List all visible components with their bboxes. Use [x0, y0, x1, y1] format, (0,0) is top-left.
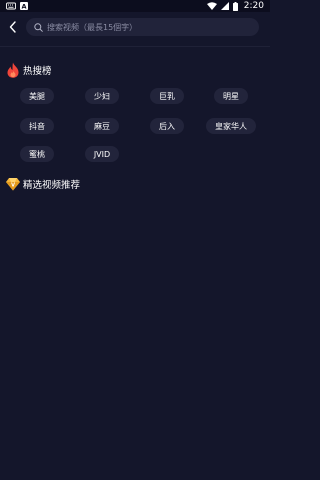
- status-time: 2:20: [243, 1, 264, 11]
- search-input[interactable]: [47, 22, 227, 32]
- recommend-label: 精选视频推荐: [23, 180, 81, 191]
- battery-icon: [232, 1, 238, 11]
- svg-text:A: A: [21, 3, 26, 11]
- hot-tag[interactable]: JVID: [85, 146, 119, 162]
- back-button[interactable]: [2, 16, 24, 38]
- svg-text:V: V: [11, 183, 15, 189]
- wifi-icon: [206, 2, 217, 10]
- fire-icon: [7, 62, 19, 78]
- hot-tag[interactable]: 明星: [214, 88, 248, 104]
- hot-tag[interactable]: 蜜桃: [20, 146, 54, 162]
- search-icon: [34, 22, 43, 32]
- diamond-icon: V: [6, 178, 20, 191]
- hot-tag[interactable]: 少妇: [85, 88, 119, 104]
- hot-search-label: 热搜榜: [23, 66, 52, 77]
- a-notification-icon: A: [20, 2, 28, 10]
- status-right: 2:20: [206, 1, 264, 11]
- search-header: [0, 12, 270, 42]
- recommend-title: V 精选视频推荐: [6, 177, 80, 191]
- search-page: A 2:20 搜索视频（最長15個字） 热搜榜 美腿 少妇 巨乳 明星 抖音 麻…: [0, 0, 270, 480]
- hot-tag[interactable]: 后入: [150, 118, 184, 134]
- hot-tag[interactable]: 抖音: [20, 118, 54, 134]
- signal-icon: [220, 2, 229, 10]
- hot-tag[interactable]: 巨乳: [150, 88, 184, 104]
- status-bar: A 2:20: [0, 0, 270, 12]
- hot-tag[interactable]: 麻豆: [85, 118, 119, 134]
- search-box[interactable]: [26, 18, 259, 36]
- keyboard-icon: [6, 2, 16, 10]
- back-arrow-icon: [9, 21, 16, 33]
- status-left: A: [6, 2, 28, 10]
- hot-tag[interactable]: 皇家华人: [206, 118, 256, 134]
- hot-tag[interactable]: 美腿: [20, 88, 54, 104]
- header-divider: [0, 46, 270, 47]
- hot-search-title: 热搜榜: [6, 62, 52, 78]
